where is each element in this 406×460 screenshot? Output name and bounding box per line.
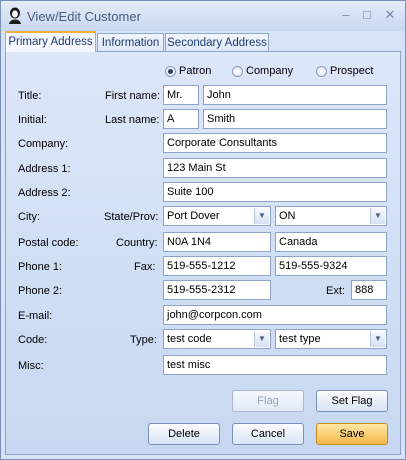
address2-field[interactable]: Suite 100 <box>163 182 387 202</box>
company-label: Company <box>246 65 294 77</box>
address1-label: Address 1: <box>18 163 71 175</box>
state-prov-value: ON <box>279 210 296 222</box>
first-name-field[interactable]: John <box>203 85 387 105</box>
state-prov-combo[interactable]: ON ▼ <box>275 206 387 226</box>
company-radio[interactable] <box>232 66 243 77</box>
set-flag-button[interactable]: Set Flag <box>316 390 388 412</box>
patron-radio[interactable] <box>165 66 176 77</box>
type-value: test type <box>279 333 321 345</box>
country-label: Country: <box>116 237 158 249</box>
phone1-label: Phone 1: <box>18 261 63 273</box>
state-prov-label: State/Prov: <box>104 211 159 223</box>
flag-button[interactable]: Flag <box>232 390 304 412</box>
misc-field[interactable]: test misc <box>163 355 387 375</box>
ext-label: Ext: <box>326 285 345 297</box>
maximize-icon[interactable]: □ <box>358 7 376 23</box>
fax-label: Fax: <box>134 261 156 273</box>
tab-primary-address[interactable]: Primary Address <box>5 31 96 52</box>
initial-field[interactable]: A <box>163 109 199 129</box>
title-label: Title: <box>18 90 42 102</box>
address2-label: Address 2: <box>18 187 71 199</box>
prospect-label: Prospect <box>330 65 374 77</box>
prospect-radio[interactable] <box>316 66 327 77</box>
email-label: E-mail: <box>18 310 53 322</box>
phone1-field[interactable]: 519-555-1212 <box>163 256 271 276</box>
chevron-down-icon[interactable]: ▼ <box>370 331 385 347</box>
misc-label: Misc: <box>18 360 44 372</box>
last-name-field[interactable]: Smith <box>203 109 387 129</box>
delete-button[interactable]: Delete <box>148 423 220 445</box>
chevron-down-icon[interactable]: ▼ <box>370 208 385 224</box>
customer-window: View/Edit Customer – □ ✕ Primary Address… <box>0 0 406 460</box>
city-value: Port Dover <box>167 210 220 222</box>
city-label: City: <box>18 211 40 223</box>
first-name-label: First name: <box>105 90 161 102</box>
window-title: View/Edit Customer <box>27 9 141 24</box>
code-combo[interactable]: test code ▼ <box>163 329 271 349</box>
tab-strip: Primary Address Information Secondary Ad… <box>5 31 401 52</box>
cancel-button[interactable]: Cancel <box>232 423 304 445</box>
fax-field[interactable]: 519-555-9324 <box>275 256 387 276</box>
save-button[interactable]: Save <box>316 423 388 445</box>
country-field[interactable]: Canada <box>275 232 387 252</box>
phone2-label: Phone 2: <box>18 285 63 297</box>
company-field[interactable]: Corporate Consultants <box>163 133 387 153</box>
minimize-icon[interactable]: – <box>337 7 355 23</box>
chevron-down-icon[interactable]: ▼ <box>254 208 269 224</box>
initial-label: Initial: <box>18 114 47 126</box>
last-name-label: Last name: <box>105 114 160 126</box>
address1-field[interactable]: 123 Main St <box>163 158 387 178</box>
close-icon[interactable]: ✕ <box>381 7 399 23</box>
email-field[interactable]: john@corpcon.com <box>163 305 387 325</box>
title-bar: View/Edit Customer – □ ✕ <box>1 1 405 31</box>
tab-information[interactable]: Information <box>97 33 164 51</box>
type-label: Type: <box>130 334 157 346</box>
company-name-label: Company: <box>18 138 69 150</box>
customer-icon <box>9 7 21 24</box>
tab-secondary-address[interactable]: Secondary Address <box>165 33 269 51</box>
ext-field[interactable]: 888 <box>351 280 387 300</box>
patron-label: Patron <box>179 65 212 77</box>
code-value: test code <box>167 333 212 345</box>
postal-code-field[interactable]: N0A 1N4 <box>163 232 271 252</box>
postal-code-label: Postal code: <box>18 237 79 249</box>
primary-address-panel: Patron Company Prospect Title: First nam… <box>5 51 401 455</box>
phone2-field[interactable]: 519-555-2312 <box>163 280 271 300</box>
city-combo[interactable]: Port Dover ▼ <box>163 206 271 226</box>
title-field[interactable]: Mr. <box>163 85 199 105</box>
type-combo[interactable]: test type ▼ <box>275 329 387 349</box>
code-label: Code: <box>18 334 48 346</box>
chevron-down-icon[interactable]: ▼ <box>254 331 269 347</box>
